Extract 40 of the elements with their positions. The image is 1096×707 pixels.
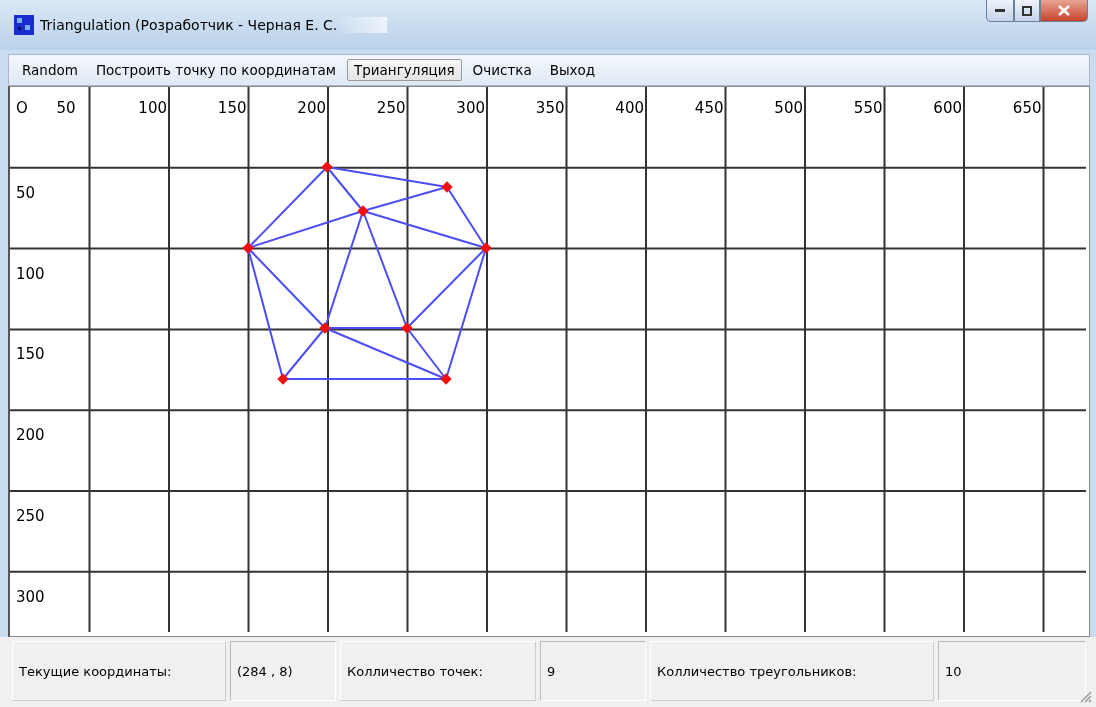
y-axis-label: 100 bbox=[16, 264, 45, 283]
x-axis-label: 600 bbox=[933, 99, 962, 117]
status-label: Текущие координаты: bbox=[12, 641, 226, 701]
y-axis-label: 50 bbox=[16, 183, 36, 202]
y-axis-label: 250 bbox=[16, 507, 45, 525]
menu-item[interactable]: Построить точку по координатам bbox=[88, 59, 343, 81]
minimize-button[interactable] bbox=[986, 0, 1014, 22]
x-axis-label: 100 bbox=[138, 99, 167, 117]
x-axis-label: 150 bbox=[217, 99, 247, 117]
status-value: 10 bbox=[938, 641, 1086, 701]
menu-item[interactable]: Триангуляция bbox=[347, 59, 462, 81]
maximize-button[interactable] bbox=[1014, 0, 1040, 22]
window-title: Triangulation (Розработчик - Черная Е. С. bbox=[40, 17, 388, 33]
menu-item[interactable]: Random bbox=[15, 59, 85, 81]
origin-label: O bbox=[16, 99, 28, 117]
x-axis-label: 550 bbox=[853, 99, 883, 117]
menu-item[interactable]: Очистка bbox=[465, 59, 539, 81]
menu-item[interactable]: Выход bbox=[542, 59, 603, 81]
minimize-icon bbox=[995, 9, 1005, 12]
x-axis-label: 400 bbox=[615, 99, 644, 117]
status-value: 9 bbox=[540, 641, 646, 701]
x-axis-label: 250 bbox=[376, 99, 406, 117]
x-axis-label: 50 bbox=[56, 99, 76, 117]
app-icon bbox=[14, 15, 34, 35]
status-value: (284 , 8) bbox=[230, 641, 336, 701]
y-axis-label: 300 bbox=[16, 587, 45, 606]
x-axis-label: 450 bbox=[694, 99, 724, 117]
y-axis-label: 150 bbox=[16, 345, 45, 364]
x-axis-label: 500 bbox=[774, 99, 803, 117]
x-axis-label: 200 bbox=[297, 99, 326, 117]
resize-grip-icon[interactable] bbox=[1078, 689, 1092, 703]
status-label: Колличество треугольников: bbox=[650, 641, 934, 701]
close-button[interactable] bbox=[1040, 0, 1088, 22]
status-label: Колличество точек: bbox=[340, 641, 536, 701]
maximize-icon bbox=[1022, 5, 1032, 16]
x-axis-label: 350 bbox=[535, 99, 565, 117]
x-axis-label: 650 bbox=[1012, 99, 1042, 117]
x-axis-label: 300 bbox=[456, 99, 485, 117]
y-axis-label: 200 bbox=[16, 426, 45, 445]
close-icon bbox=[1058, 5, 1070, 16]
